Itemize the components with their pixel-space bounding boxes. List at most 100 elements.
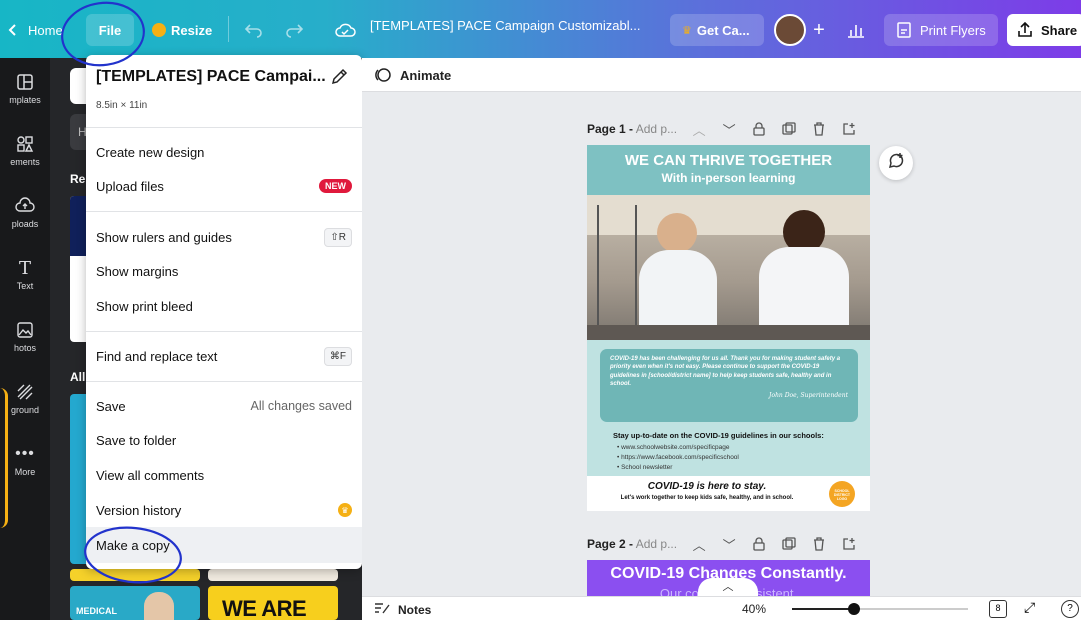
menu-item-create-new-design[interactable]: Create new design bbox=[86, 135, 362, 169]
undo-button[interactable] bbox=[244, 14, 264, 46]
trash-icon[interactable] bbox=[811, 536, 827, 552]
share-button[interactable]: Share bbox=[1007, 14, 1081, 46]
school-logo: SCHOOL DISTRICT LOGO bbox=[829, 481, 855, 507]
toolbar-divider bbox=[228, 16, 229, 42]
menu-item-upload-files[interactable]: Upload files NEW bbox=[86, 169, 362, 203]
flyer-message: COVID-19 has been challenging for us all… bbox=[610, 356, 841, 388]
duplicate-icon[interactable] bbox=[781, 536, 797, 552]
add-page-icon[interactable] bbox=[841, 121, 857, 137]
menu-item-label: Show margins bbox=[96, 263, 179, 279]
lock-icon[interactable] bbox=[751, 536, 767, 552]
menu-design-size: 8.5in × 11in bbox=[96, 100, 148, 111]
crown-icon bbox=[152, 23, 166, 37]
flyer-body: COVID-19 has been challenging for us all… bbox=[587, 340, 870, 476]
animate-label: Animate bbox=[400, 67, 452, 83]
template-thumbnail-we-are[interactable]: WE ARE bbox=[208, 586, 338, 620]
flyer-headline: WE CAN THRIVE TOGETHER bbox=[624, 152, 833, 169]
menu-item-view-all-comments[interactable]: View all comments bbox=[86, 458, 362, 492]
zoom-slider[interactable] bbox=[792, 603, 968, 615]
sidebar-item-text[interactable]: T Text bbox=[0, 248, 50, 304]
menu-item-show-margins[interactable]: Show margins bbox=[86, 254, 362, 288]
page-title-input[interactable]: Add p... bbox=[636, 122, 677, 136]
notes-button[interactable]: Notes bbox=[374, 601, 431, 618]
chevron-down-icon[interactable]: ﹀ bbox=[721, 536, 737, 553]
print-icon bbox=[896, 21, 912, 39]
file-menu-button[interactable]: File bbox=[86, 14, 134, 46]
page-1-flyer[interactable]: WE CAN THRIVE TOGETHER With in-person le… bbox=[587, 145, 870, 511]
page-title-input[interactable]: Add p... bbox=[636, 537, 677, 551]
menu-item-label: Create new design bbox=[96, 144, 205, 160]
get-canva-label: Get Ca... bbox=[696, 22, 750, 38]
file-label: File bbox=[98, 22, 122, 38]
template-thumbnail[interactable] bbox=[208, 569, 338, 581]
sidebar-item-elements[interactable]: ements bbox=[0, 124, 50, 180]
duplicate-icon[interactable] bbox=[781, 121, 797, 137]
insights-button[interactable] bbox=[846, 14, 866, 46]
chevron-up-icon[interactable]: ︿ bbox=[691, 536, 707, 553]
bar-chart-icon bbox=[846, 21, 866, 39]
page-count-button[interactable]: 8 bbox=[989, 600, 1007, 618]
thumbnail-text: MEDICAL bbox=[76, 606, 117, 616]
menu-item-version-history[interactable]: Version history ♛ bbox=[86, 493, 362, 527]
menu-item-label: Find and replace text bbox=[96, 348, 218, 364]
avatar[interactable] bbox=[774, 14, 806, 46]
menu-item-show-print-bleed[interactable]: Show print bleed bbox=[86, 289, 362, 323]
add-collaborator-button[interactable]: + bbox=[811, 14, 827, 46]
trash-icon[interactable] bbox=[811, 121, 827, 137]
redo-button[interactable] bbox=[284, 14, 304, 46]
resize-button[interactable]: Resize bbox=[152, 14, 212, 46]
help-icon[interactable]: ? bbox=[1061, 600, 1079, 618]
menu-item-find-replace[interactable]: Find and replace text ⌘F bbox=[86, 339, 362, 373]
chevron-up-icon: ︿ bbox=[722, 581, 734, 593]
menu-item-label: Make a copy bbox=[96, 537, 170, 553]
sidebar-item-label: ploads bbox=[11, 219, 39, 229]
page-1-header: Page 1 - Add p... ︿ ﹀ bbox=[587, 121, 857, 138]
page-2-title[interactable]: Page 2 - Add p... bbox=[587, 537, 677, 551]
sidebar-item-photos[interactable]: hotos bbox=[0, 310, 50, 366]
template-thumbnail-medical[interactable]: MEDICAL bbox=[70, 586, 200, 620]
lock-icon[interactable] bbox=[751, 121, 767, 137]
comment-button[interactable] bbox=[879, 146, 913, 180]
menu-item-label: Show print bleed bbox=[96, 298, 193, 314]
menu-item-save[interactable]: Save All changes saved bbox=[86, 389, 362, 423]
resize-label: Resize bbox=[171, 22, 213, 38]
print-flyers-button[interactable]: Print Flyers bbox=[884, 14, 998, 46]
home-button[interactable]: Home bbox=[6, 14, 63, 46]
print-flyers-label: Print Flyers bbox=[920, 22, 986, 38]
top-toolbar: Home File Resize [TEMPLATES] PACE Campai… bbox=[0, 0, 1081, 58]
menu-item-label: Upload files bbox=[96, 178, 164, 194]
sidebar-item-label: More bbox=[14, 467, 36, 477]
new-badge: NEW bbox=[319, 179, 352, 193]
menu-design-title[interactable]: [TEMPLATES] PACE Campai... bbox=[96, 68, 326, 86]
pencil-icon[interactable] bbox=[330, 68, 348, 86]
menu-item-save-to-folder[interactable]: Save to folder bbox=[86, 423, 362, 457]
animate-icon bbox=[374, 66, 392, 84]
animate-button[interactable]: Animate bbox=[374, 66, 451, 84]
cloud-save-button[interactable] bbox=[334, 14, 356, 46]
zoom-level: 40% bbox=[742, 602, 767, 616]
sidebar-item-uploads[interactable]: ploads bbox=[0, 186, 50, 242]
template-thumbnail[interactable] bbox=[70, 569, 200, 581]
chevron-down-icon[interactable]: ﹀ bbox=[721, 121, 737, 138]
flyer-link: • www.schoolwebsite.com/specificpage bbox=[617, 444, 730, 451]
zoom-slider-handle[interactable] bbox=[848, 603, 860, 615]
notes-label: Notes bbox=[398, 602, 432, 617]
get-canva-pro-button[interactable]: ♛ Get Ca... bbox=[670, 14, 764, 46]
page-1-title[interactable]: Page 1 - Add p... bbox=[587, 122, 677, 136]
shortcut-badge: ⇧R bbox=[324, 227, 352, 247]
sidebar-item-label: hotos bbox=[13, 343, 37, 353]
add-page-icon[interactable] bbox=[841, 536, 857, 552]
bottom-bar: Notes 40% 8 ⤢ ? bbox=[362, 596, 1081, 620]
document-title[interactable]: [TEMPLATES] PACE Campaign Customizabl... bbox=[370, 18, 662, 40]
templates-icon bbox=[14, 72, 36, 92]
menu-item-make-a-copy[interactable]: Make a copy bbox=[86, 527, 362, 563]
menu-divider bbox=[86, 127, 362, 128]
menu-item-label: Save bbox=[96, 398, 126, 414]
chevron-up-icon[interactable]: ︿ bbox=[691, 121, 707, 138]
fullscreen-icon[interactable]: ⤢ bbox=[1024, 599, 1035, 616]
flyer-photo bbox=[587, 195, 870, 340]
cloud-check-icon bbox=[334, 22, 356, 38]
editor-subtoolbar: Animate bbox=[362, 58, 1081, 92]
menu-item-show-rulers[interactable]: Show rulers and guides ⇧R bbox=[86, 220, 362, 254]
sidebar-item-templates[interactable]: mplates bbox=[0, 62, 50, 118]
